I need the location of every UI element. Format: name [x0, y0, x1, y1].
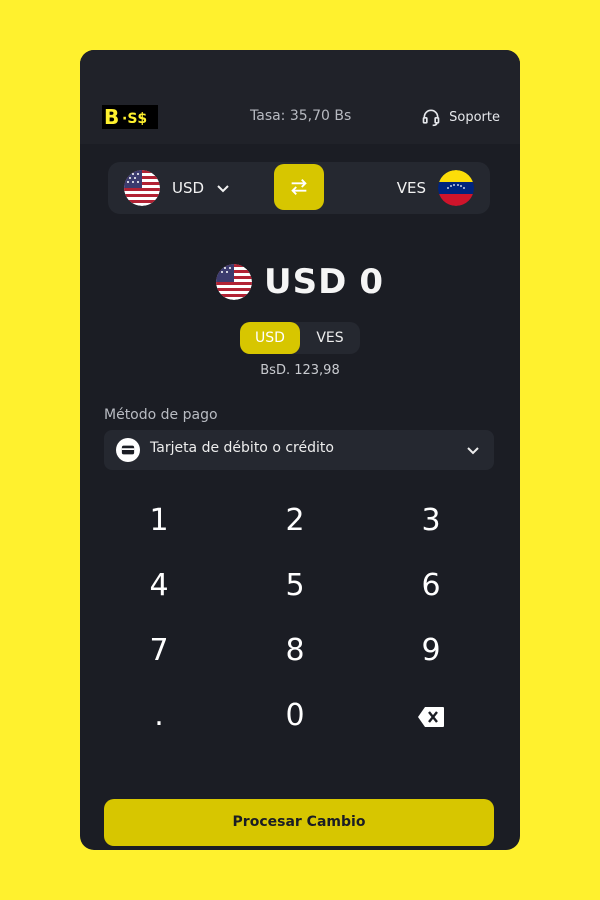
currency-toggle: USD VES [240, 322, 360, 354]
key-6[interactable]: 6 [386, 558, 476, 613]
top-bar: B ·S$ Tasa: 35,70 Bs Soporte [80, 50, 520, 144]
amount-value: 0 [359, 262, 384, 302]
svg-text:B: B [104, 105, 119, 129]
logo-icon: B ·S$ [102, 105, 158, 129]
swap-arrows-icon [291, 179, 307, 195]
from-currency-code: USD [172, 179, 205, 197]
from-currency[interactable]: USD [124, 170, 230, 206]
key-4[interactable]: 4 [114, 558, 204, 613]
credit-card-icon [116, 438, 140, 462]
exchange-rate: Tasa: 35,70 Bs [250, 108, 352, 124]
svg-text:·S$: ·S$ [122, 111, 147, 127]
toggle-usd[interactable]: USD [240, 322, 300, 354]
key-5[interactable]: 5 [250, 558, 340, 613]
amount-display: USD 0 [80, 262, 520, 302]
key-3[interactable]: 3 [386, 493, 476, 548]
to-currency[interactable]: VES [397, 170, 474, 206]
chevron-down-icon [217, 185, 229, 193]
backspace-icon [418, 706, 444, 727]
payment-method-label: Método de pago [104, 407, 218, 423]
amount-currency: USD [264, 262, 348, 302]
key-8[interactable]: 8 [250, 623, 340, 678]
phone-frame: B ·S$ Tasa: 35,70 Bs Soporte USD VES USD… [80, 50, 520, 850]
to-currency-code: VES [396, 179, 426, 197]
chevron-down-icon [467, 447, 479, 455]
key-9[interactable]: 9 [386, 623, 476, 678]
us-flag-icon [124, 170, 160, 206]
key-7[interactable]: 7 [114, 623, 204, 678]
venezuela-flag-icon [438, 170, 474, 206]
us-flag-icon [216, 264, 252, 300]
toggle-ves[interactable]: VES [300, 322, 360, 354]
swap-currencies-button[interactable] [274, 164, 324, 210]
currency-selector: USD VES [108, 162, 490, 214]
payment-method-select[interactable]: Tarjeta de débito o crédito [104, 430, 494, 470]
key-1[interactable]: 1 [114, 493, 204, 548]
key-2[interactable]: 2 [250, 493, 340, 548]
support-button[interactable]: Soporte [421, 107, 500, 127]
delete-key[interactable] [386, 688, 476, 743]
converted-amount: BsD. 123,98 [260, 363, 340, 378]
support-label: Soporte [449, 109, 500, 125]
process-exchange-button[interactable]: Procesar Cambio [104, 799, 494, 846]
key-0[interactable]: 0 [250, 688, 340, 743]
key-decimal[interactable]: . [114, 688, 204, 743]
headset-icon [422, 109, 440, 127]
payment-method-value: Tarjeta de débito o crédito [150, 440, 334, 456]
